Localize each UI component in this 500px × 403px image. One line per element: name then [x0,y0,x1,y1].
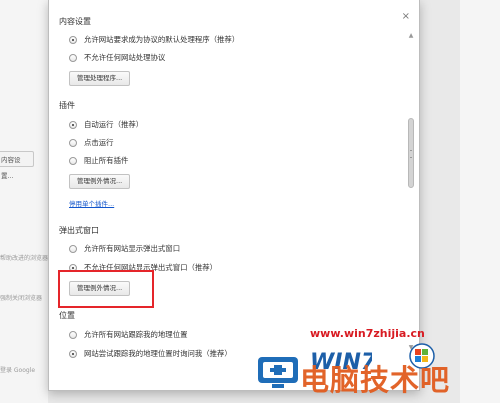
radio-icon[interactable] [69,156,77,165]
radio-popups-allow[interactable]: 允许所有网站显示弹出式窗口 [69,243,180,254]
manage-plugin-exceptions-button[interactable]: 管理例外情况... [69,174,131,189]
scroll-thumb[interactable] [408,118,414,188]
section-title-plugins: 插件 [59,101,75,110]
watermark-brand: 电脑技术吧 [300,363,451,397]
background-hint-text: 强制关闭浏览器 [0,295,43,302]
radio-icon[interactable] [69,244,77,253]
background-hint-text: 登录 Google [0,367,36,374]
radio-selected-icon[interactable] [69,263,77,272]
radio-label: 允许网站要求成为协议的默认处理程序（推荐） [84,35,240,44]
radio-label: 不允许任何网站处理协议 [84,53,166,62]
radio-popups-block[interactable]: 不允许任何网站显示弹出式窗口（推荐） [69,262,217,273]
watermark-url: www.win7zhijia.cn [310,327,425,340]
radio-icon[interactable] [69,53,77,62]
radio-label: 网站尝试跟踪我的地理位置时询问我（推荐） [84,349,232,358]
radio-label: 允许所有网站显示弹出式窗口 [84,244,181,253]
background-page-right [460,0,500,403]
background-hint-text: 帮助改进的浏览器 [0,255,49,262]
section-title-location: 位置 [59,311,75,320]
radio-handlers-block[interactable]: 不允许任何网站处理协议 [69,52,165,63]
manage-popup-exceptions-button[interactable]: 管理例外情况... [69,281,131,296]
radio-icon[interactable] [69,330,77,339]
radio-icon[interactable] [69,138,77,147]
radio-handlers-allow[interactable]: 允许网站要求成为协议的默认处理程序（推荐） [69,34,239,45]
radio-label: 允许所有网站跟踪我的地理位置 [84,330,188,339]
radio-selected-icon[interactable] [69,35,77,44]
section-title-popups: 弹出式窗口 [59,226,99,235]
disable-plugins-link[interactable]: 停用单个插件... [69,198,114,208]
radio-plugins-auto[interactable]: 自动运行（推荐） [69,119,143,130]
radio-label: 不允许任何网站显示弹出式窗口（推荐） [84,263,218,272]
radio-location-allow[interactable]: 允许所有网站跟踪我的地理位置 [69,329,187,340]
radio-selected-icon[interactable] [69,349,77,358]
close-icon[interactable]: × [402,11,410,22]
computer-monitor-icon [258,357,298,388]
radio-selected-icon[interactable] [69,120,77,129]
radio-plugins-click[interactable]: 点击运行 [69,137,114,148]
background-content-settings-button: 内容设置... [0,151,34,180]
radio-label: 自动运行（推荐） [84,120,144,129]
radio-plugins-block[interactable]: 阻止所有插件 [69,155,128,166]
background-page-left [0,0,48,403]
scrollbar[interactable]: ▲ ▼ [407,32,415,352]
radio-location-ask[interactable]: 网站尝试跟踪我的地理位置时询问我（推荐） [69,348,232,359]
radio-label: 点击运行 [84,138,114,147]
radio-label: 阻止所有插件 [84,156,129,165]
section-title-handlers: 内容设置 [59,17,91,26]
manage-handlers-button[interactable]: 管理处理程序... [69,71,131,86]
scroll-up-arrow-icon[interactable]: ▲ [407,32,415,40]
